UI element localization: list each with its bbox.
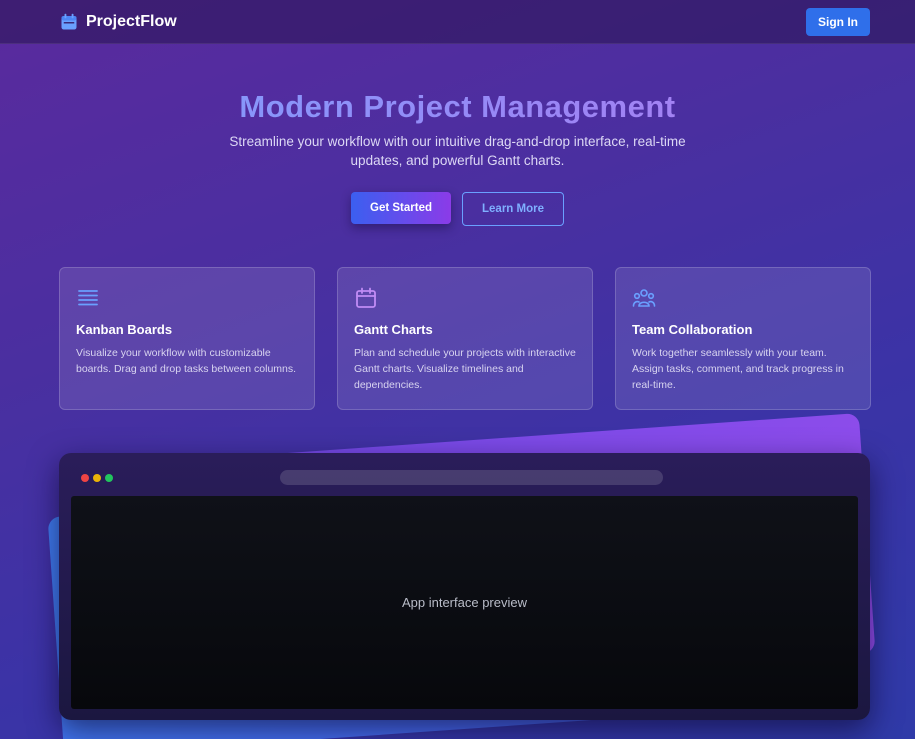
close-dot	[81, 474, 89, 482]
brand-name: ProjectFlow	[86, 12, 177, 30]
hero: Modern Project Management Streamline you…	[0, 88, 915, 226]
app-preview-screen: App interface preview	[71, 496, 858, 709]
hero-title: Modern Project Management	[0, 88, 915, 126]
feature-title: Team Collaboration	[632, 322, 753, 337]
team-icon	[632, 289, 656, 307]
get-started-button[interactable]: Get Started	[351, 192, 451, 224]
maximize-dot	[105, 474, 113, 482]
list-icon	[78, 290, 98, 306]
feature-card-team: Team Collaboration Work together seamles…	[615, 267, 871, 410]
hero-buttons: Get Started Learn More	[0, 192, 915, 226]
navbar: ProjectFlow Sign In	[0, 0, 915, 44]
feature-text: Plan and schedule your projects with int…	[354, 347, 576, 391]
url-bar	[280, 470, 663, 485]
feature-title: Kanban Boards	[76, 322, 173, 337]
brand[interactable]: ProjectFlow	[60, 13, 177, 31]
window-controls	[81, 474, 113, 482]
feature-title: Gantt Charts	[354, 322, 433, 337]
feature-text: Visualize your workflow with customizabl…	[76, 347, 297, 375]
app-preview-window: App interface preview	[59, 453, 870, 720]
minimize-dot	[93, 474, 101, 482]
features: Kanban Boards Visualize your workflow wi…	[59, 267, 871, 410]
preview-label: App interface preview	[401, 595, 527, 610]
sign-in-button[interactable]: Sign In	[806, 7, 870, 36]
feature-card-kanban: Kanban Boards Visualize your workflow wi…	[59, 267, 315, 410]
feature-card-gantt: Gantt Charts Plan and schedule your proj…	[337, 267, 593, 410]
calendar-icon	[356, 287, 376, 308]
learn-more-button[interactable]: Learn More	[462, 192, 564, 226]
hero-subtitle: Streamline your workflow with our intuit…	[229, 134, 686, 168]
calendar-icon	[61, 13, 77, 29]
feature-text: Work together seamlessly with your team.…	[632, 347, 844, 391]
